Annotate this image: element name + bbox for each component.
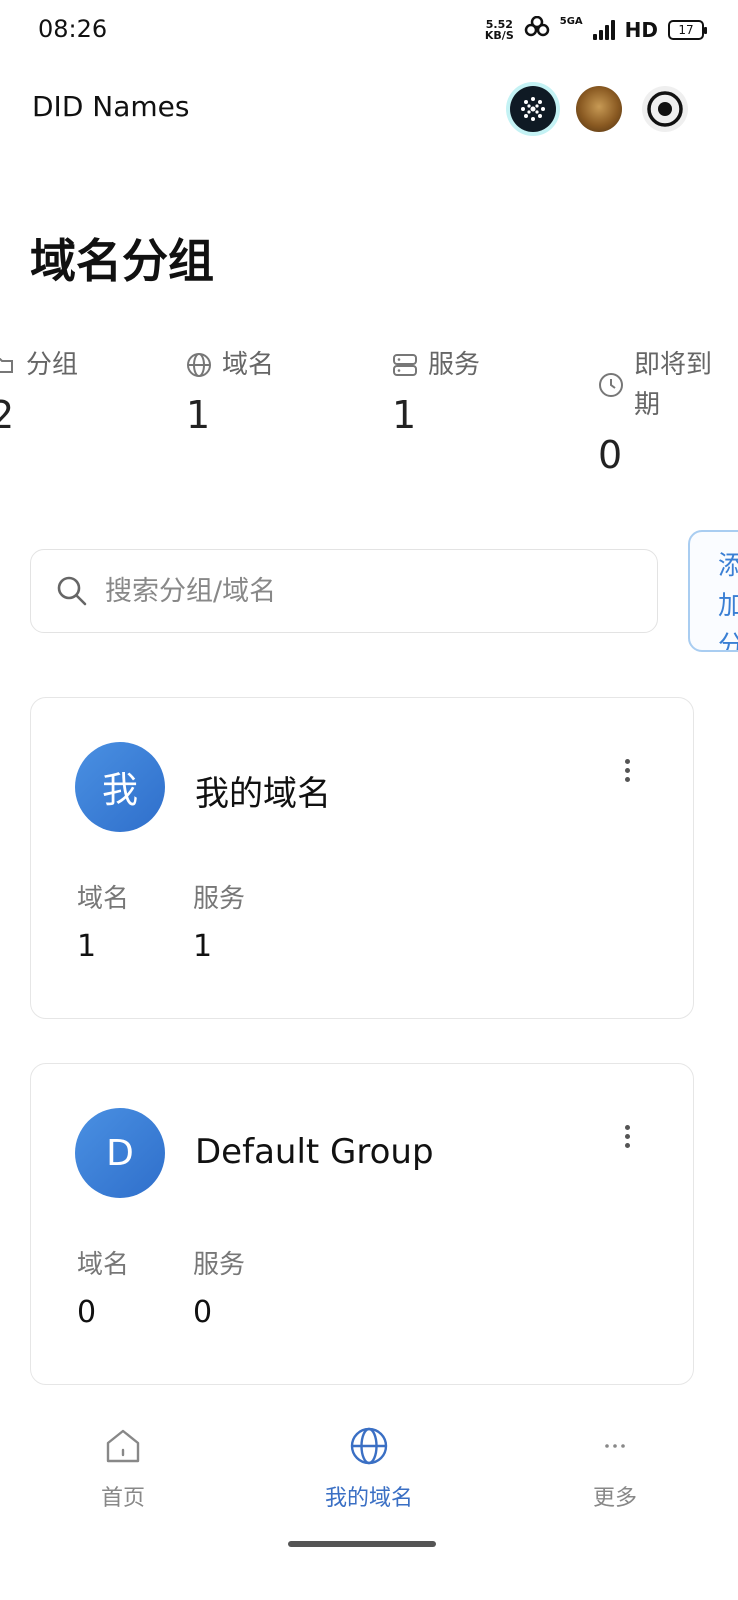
stat-expiring: 即将到期 0 [598, 345, 724, 477]
stat-domains-value: 1 [186, 393, 211, 437]
status-bar: 08:26 5.52 KB/S 5GA HD 17 [0, 0, 738, 60]
search-input[interactable] [105, 575, 585, 607]
battery-icon: 17 [668, 19, 707, 40]
group-domains-label: 域名 [77, 884, 130, 914]
stat-services: 服务 1 [392, 345, 480, 437]
add-group-button[interactable]: 添加分组 [688, 530, 738, 652]
signal-type: 5GA [559, 16, 583, 27]
clock-icon [598, 345, 624, 425]
network-speed-value: 5.52 [485, 17, 513, 31]
stat-expiring-label: 即将到期 [634, 350, 713, 420]
more-icon [595, 1426, 635, 1466]
nav-label-home: 首页 [100, 1486, 145, 1511]
nav-item-more[interactable]: 更多 [492, 1408, 738, 1528]
network-speed-unit: KB/S [484, 28, 514, 42]
nav-label-more: 更多 [592, 1486, 637, 1511]
globe-icon [349, 1426, 389, 1466]
app-screen: 08:26 5.52 KB/S 5GA HD 17 DID Names 域名分组… [0, 0, 738, 1600]
search-box[interactable] [30, 549, 658, 633]
page-title: 域名分组 [30, 234, 214, 288]
stat-groups: 分组 2 [0, 345, 78, 437]
group-services-stat: 服务 1 [193, 878, 245, 964]
nav-item-my-domains[interactable]: 我的域名 [246, 1408, 492, 1528]
more-options-icon[interactable] [617, 1116, 637, 1156]
group-domains-count: 0 [77, 1295, 97, 1330]
status-time: 08:26 [38, 15, 108, 43]
server-icon [392, 345, 418, 385]
nav-label-my-domains: 我的域名 [324, 1486, 413, 1511]
battery-level: 17 [678, 22, 694, 37]
nav-item-home[interactable]: 首页 [0, 1408, 246, 1528]
header-actions [510, 86, 688, 132]
group-services-count: 1 [193, 929, 213, 964]
user-avatar[interactable] [576, 86, 622, 132]
hotspot-icon [524, 15, 550, 43]
group-domains-count: 1 [77, 929, 97, 964]
group-services-label: 服务 [193, 1250, 246, 1280]
signal-bars-icon [592, 19, 615, 40]
search-icon [57, 576, 87, 606]
group-domains-stat: 域名 0 [77, 1244, 129, 1330]
group-avatar: 我 [75, 742, 165, 832]
group-services-label: 服务 [193, 884, 246, 914]
stat-domains-label: 域名 [222, 350, 275, 380]
group-services-stat: 服务 0 [193, 1244, 245, 1330]
group-domains-stat: 域名 1 [77, 878, 129, 964]
home-indicator [288, 1541, 436, 1547]
status-indicators: 5.52 KB/S 5GA HD 17 [485, 15, 707, 43]
bottom-nav: 首页 我的域名 更多 [0, 1408, 738, 1528]
group-avatar: D [75, 1108, 165, 1198]
group-services-count: 0 [193, 1295, 213, 1330]
app-title: DID Names [32, 90, 190, 123]
network-speed: 5.52 KB/S [485, 19, 514, 41]
stat-expiring-value: 0 [598, 433, 623, 477]
stat-services-label: 服务 [428, 350, 481, 380]
stat-groups-label: 分组 [26, 350, 79, 380]
stats-row: 分组 2 域名 1 服务 1 即将到期 0 [0, 345, 738, 495]
group-name: Default Group [195, 1132, 434, 1172]
more-options-icon[interactable] [617, 750, 637, 790]
folder-icon [0, 345, 16, 385]
group-card[interactable]: D Default Group 域名 0 服务 0 [30, 1063, 694, 1385]
stat-services-value: 1 [392, 393, 417, 437]
app-header: DID Names [0, 78, 738, 140]
dots-network-icon[interactable] [510, 86, 556, 132]
globe-icon [186, 345, 212, 385]
stat-domains: 域名 1 [186, 345, 274, 437]
group-name: 我的域名 [195, 774, 331, 814]
hd-label: HD [624, 17, 658, 42]
group-domains-label: 域名 [77, 1250, 130, 1280]
home-icon [103, 1426, 143, 1466]
stat-groups-value: 2 [0, 393, 15, 437]
group-card[interactable]: 我 我的域名 域名 1 服务 1 [30, 697, 694, 1019]
record-icon[interactable] [642, 86, 688, 132]
